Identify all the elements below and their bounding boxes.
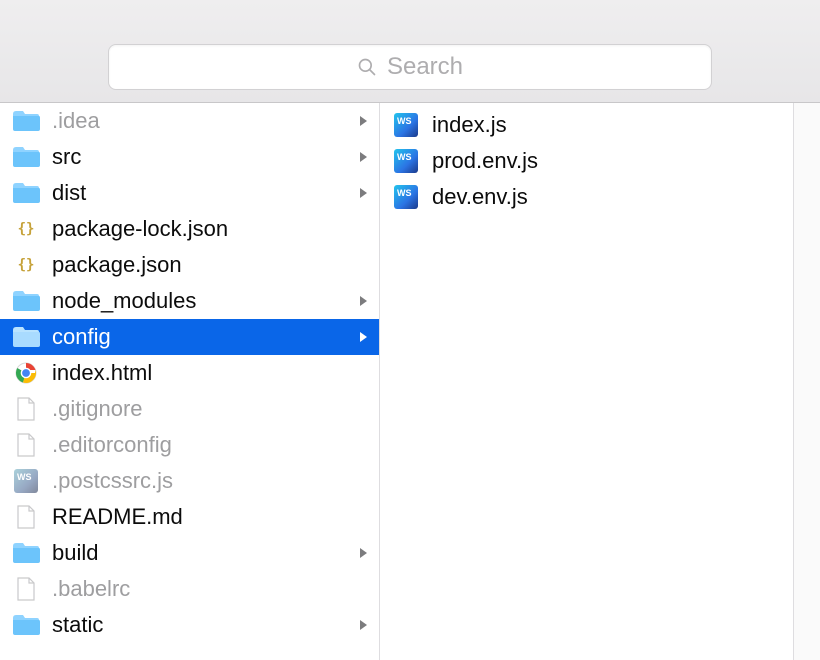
webstorm-file-icon <box>392 185 420 209</box>
item-label: README.md <box>52 504 183 530</box>
item-label: config <box>52 324 111 350</box>
file-item[interactable]: .babelrc <box>0 571 379 607</box>
folder-icon <box>12 541 40 565</box>
item-label: .gitignore <box>52 396 143 422</box>
column-gutter <box>794 103 820 660</box>
search-icon <box>357 57 377 77</box>
item-label: .postcssrc.js <box>52 468 173 494</box>
item-label: dev.env.js <box>432 184 528 210</box>
item-label: package.json <box>52 252 182 278</box>
file-item[interactable]: index.js <box>380 107 793 143</box>
chevron-right-icon <box>359 115 369 127</box>
file-icon <box>12 433 40 457</box>
folder-item[interactable]: .idea <box>0 103 379 139</box>
folder-item[interactable]: static <box>0 607 379 643</box>
search-placeholder: Search <box>387 53 463 81</box>
folder-item[interactable]: build <box>0 535 379 571</box>
chevron-right-icon <box>359 151 369 163</box>
file-item[interactable]: README.md <box>0 499 379 535</box>
column-left[interactable]: .idea src dist {} package-lock.json {} pack… <box>0 103 380 660</box>
webstorm-file-icon <box>12 469 40 493</box>
item-label: prod.env.js <box>432 148 538 174</box>
file-item[interactable]: .editorconfig <box>0 427 379 463</box>
item-label: build <box>52 540 98 566</box>
file-icon <box>12 577 40 601</box>
folder-icon <box>12 109 40 133</box>
column-right[interactable]: index.js prod.env.js dev.env.js <box>380 103 794 660</box>
folder-item[interactable]: src <box>0 139 379 175</box>
folder-item[interactable]: dist <box>0 175 379 211</box>
webstorm-file-icon <box>392 113 420 137</box>
webstorm-file-icon <box>392 149 420 173</box>
item-label: static <box>52 612 103 638</box>
folder-icon <box>12 613 40 637</box>
folder-icon <box>12 289 40 313</box>
file-item[interactable]: .gitignore <box>0 391 379 427</box>
search-field[interactable]: Search <box>108 44 712 90</box>
json-file-icon: {} <box>12 217 40 241</box>
folder-item[interactable]: config <box>0 319 379 355</box>
file-item[interactable]: {} package-lock.json <box>0 211 379 247</box>
finder-columns: .idea src dist {} package-lock.json {} pack… <box>0 103 820 660</box>
chevron-right-icon <box>359 331 369 343</box>
chevron-right-icon <box>359 619 369 631</box>
file-item[interactable]: dev.env.js <box>380 179 793 215</box>
file-item[interactable]: {} package.json <box>0 247 379 283</box>
folder-icon <box>12 181 40 205</box>
json-file-icon: {} <box>12 253 40 277</box>
item-label: .babelrc <box>52 576 130 602</box>
chrome-icon <box>12 361 40 385</box>
file-icon <box>12 397 40 421</box>
item-label: index.html <box>52 360 152 386</box>
item-label: dist <box>52 180 86 206</box>
file-item[interactable]: index.html <box>0 355 379 391</box>
item-label: .editorconfig <box>52 432 172 458</box>
chevron-right-icon <box>359 547 369 559</box>
file-icon <box>12 505 40 529</box>
folder-icon <box>12 325 40 349</box>
chevron-right-icon <box>359 295 369 307</box>
chevron-right-icon <box>359 187 369 199</box>
toolbar: Search <box>0 0 820 103</box>
file-item[interactable]: .postcssrc.js <box>0 463 379 499</box>
item-label: .idea <box>52 108 100 134</box>
item-label: node_modules <box>52 288 196 314</box>
item-label: src <box>52 144 81 170</box>
item-label: package-lock.json <box>52 216 228 242</box>
folder-item[interactable]: node_modules <box>0 283 379 319</box>
file-item[interactable]: prod.env.js <box>380 143 793 179</box>
item-label: index.js <box>432 112 507 138</box>
folder-icon <box>12 145 40 169</box>
